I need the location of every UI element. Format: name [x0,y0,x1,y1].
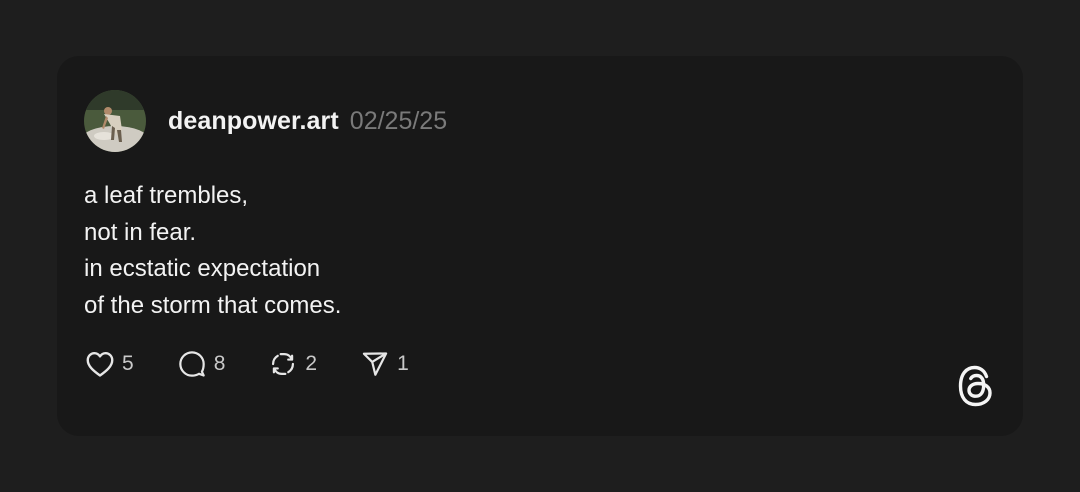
repost-button[interactable]: 2 [267,348,317,380]
post-date: 02/25/25 [349,106,448,135]
post-line: not in fear. [84,218,197,246]
like-count: 5 [122,352,134,375]
post-line: in ecstatic expectation [84,255,321,282]
post-card[interactable]: deanpower.art 02/25/25 a leaf trembles, … [57,56,1023,436]
username-link[interactable]: deanpower.art [168,107,339,136]
heart-icon[interactable] [84,348,116,380]
post-line: of the storm that comes. [84,291,342,319]
reply-count: 8 [213,352,226,375]
post-body: a leaf trembles, not in fear. in ecstati… [84,178,341,324]
threads-logo-icon[interactable] [957,364,995,408]
post-header: deanpower.art 02/25/25 [84,90,447,152]
reply-button[interactable]: 8 [176,348,226,380]
like-button[interactable]: 5 [84,348,134,380]
share-button[interactable]: 1 [359,348,409,380]
comment-icon[interactable] [176,348,208,380]
send-icon[interactable] [359,348,391,380]
repost-count: 2 [305,352,318,375]
post-line: a leaf trembles, [84,182,249,209]
repost-icon[interactable] [267,348,299,380]
share-count: 1 [397,352,409,375]
avatar[interactable] [84,90,146,152]
post-actions: 5 8 2 1 [84,348,451,380]
